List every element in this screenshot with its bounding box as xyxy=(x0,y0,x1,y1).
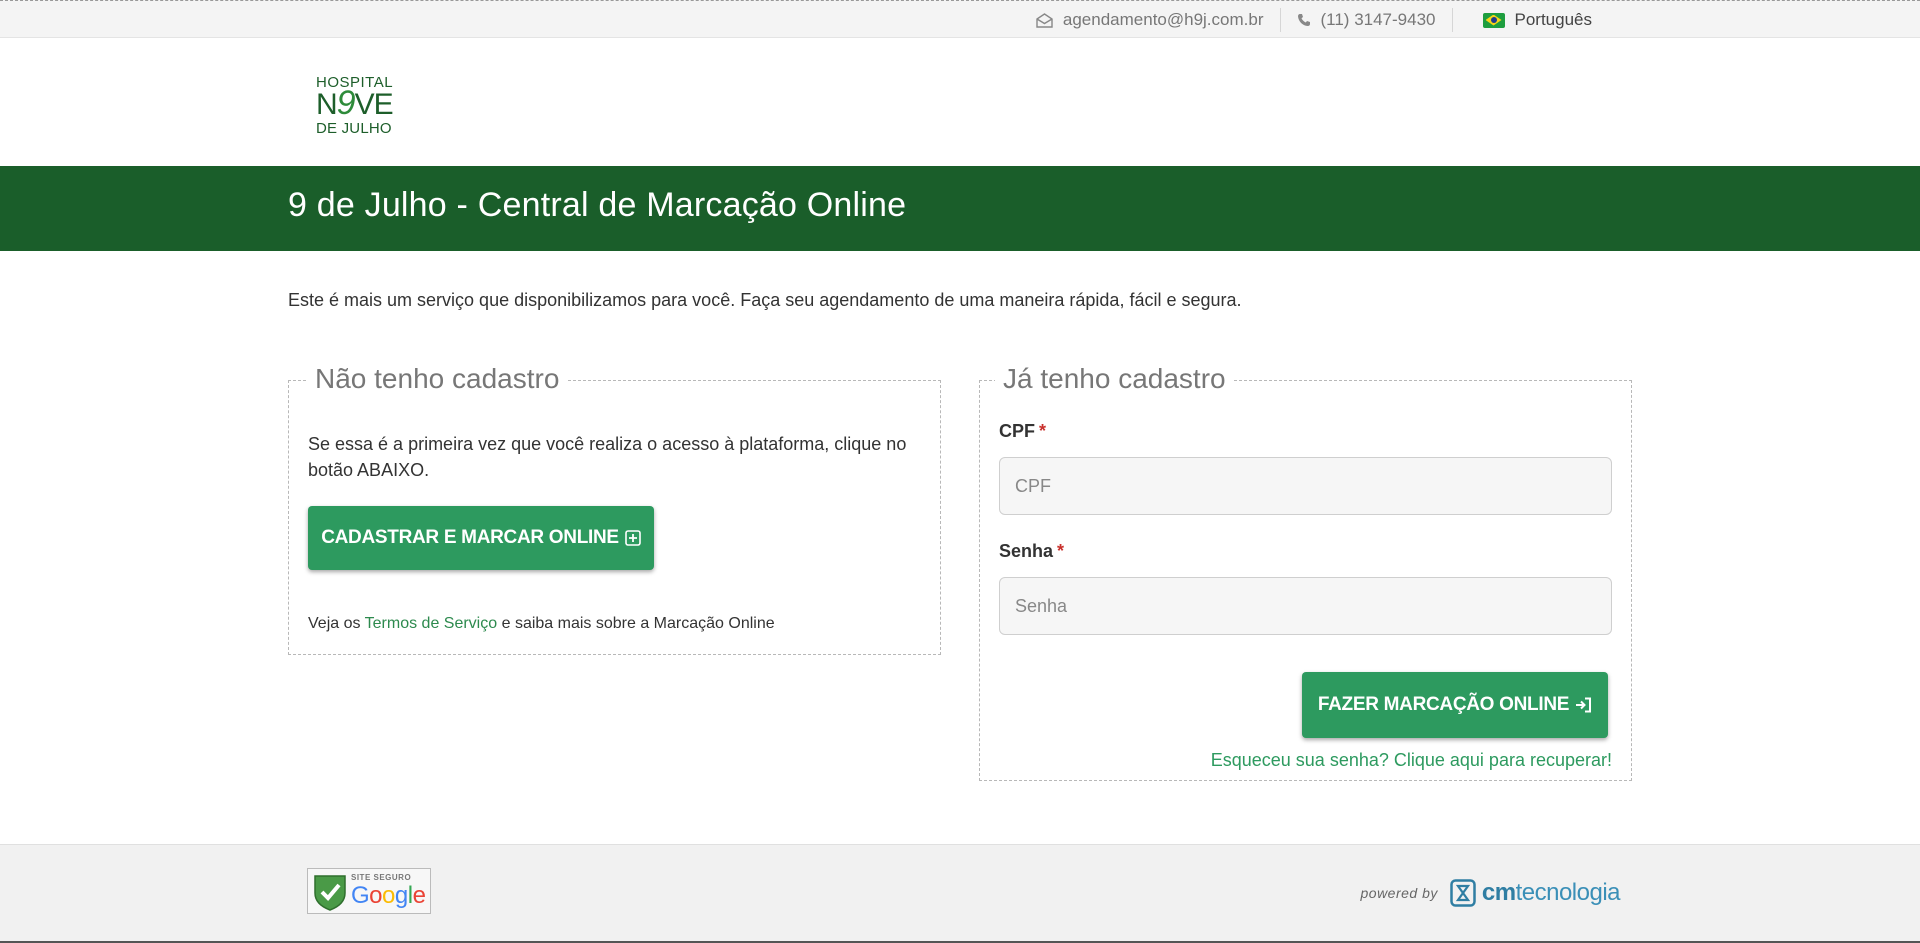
seal-caption: SITE SEGURO xyxy=(351,873,412,882)
shield-check-icon xyxy=(312,873,348,911)
language-selector[interactable]: Português xyxy=(1451,8,1609,32)
page-title: 9 de Julho - Central de Marcação Online xyxy=(288,186,907,224)
cmtecnologia-logo: cmtecnologia xyxy=(1450,879,1621,907)
google-safe-site-seal[interactable]: SITE SEGURO Google xyxy=(307,868,431,914)
register-description: Se essa é a primeira vez que você realiz… xyxy=(308,434,907,480)
top-bar-contacts: agendamento@h9j.com.br (11) 3147-9430 Po… xyxy=(1020,1,1608,39)
cpf-input[interactable] xyxy=(999,457,1612,515)
brazil-flag-icon xyxy=(1482,12,1505,28)
phone-icon xyxy=(1297,13,1311,27)
hospital-logo[interactable]: HOSPITAL N9VE DE JULHO xyxy=(316,74,406,140)
title-band: 9 de Julho - Central de Marcação Online xyxy=(0,166,1920,251)
terms-link[interactable]: Termos de Serviço xyxy=(365,615,498,632)
logo-line-2: N9VE xyxy=(316,84,394,122)
password-input[interactable] xyxy=(999,577,1612,635)
powered-by-text: powered by xyxy=(1360,885,1438,901)
register-panel: Não tenho cadastro Se essa é a primeira … xyxy=(288,362,941,655)
email-text: agendamento@h9j.com.br xyxy=(1062,10,1264,29)
plus-square-icon xyxy=(624,530,641,546)
envelope-icon xyxy=(1036,12,1053,28)
hourglass-icon xyxy=(1450,879,1476,907)
language-label: Português xyxy=(1514,10,1593,29)
sign-in-icon xyxy=(1575,697,1592,713)
phone-text: (11) 3147-9430 xyxy=(1320,10,1436,29)
forgot-password-link[interactable]: Esqueceu sua senha? Clique aqui para rec… xyxy=(1211,750,1612,771)
top-bar: agendamento@h9j.com.br (11) 3147-9430 Po… xyxy=(0,0,1920,38)
login-panel: Já tenho cadastro CPF* Senha* FAZER MARC… xyxy=(979,362,1632,781)
login-button[interactable]: FAZER MARCAÇÃO ONLINE xyxy=(1302,672,1608,738)
cpf-label: CPF * xyxy=(999,421,1047,441)
password-label: Senha * xyxy=(999,541,1065,561)
register-panel-legend: Não tenho cadastro xyxy=(307,362,568,396)
register-button-label: CADASTRAR E MARCAR ONLINE xyxy=(321,527,619,548)
email-contact[interactable]: agendamento@h9j.com.br xyxy=(1020,8,1280,32)
required-mark: * xyxy=(1057,541,1065,561)
login-panel-legend: Já tenho cadastro xyxy=(995,362,1234,396)
logo-line-3: DE JULHO xyxy=(316,120,392,137)
required-mark: * xyxy=(1039,421,1047,441)
footer: SITE SEGURO Google powered by cmtecnolog… xyxy=(0,844,1920,943)
intro-text: Este é mais um serviço que disponibiliza… xyxy=(288,290,1242,310)
login-button-label: FAZER MARCAÇÃO ONLINE xyxy=(1317,694,1570,715)
register-button[interactable]: CADASTRAR E MARCAR ONLINE xyxy=(308,506,654,570)
terms-text: Veja os Termos de Serviço e saiba mais s… xyxy=(308,615,775,632)
phone-contact[interactable]: (11) 3147-9430 xyxy=(1279,8,1452,32)
powered-by[interactable]: powered by cmtecnologia xyxy=(1361,879,1621,907)
seal-google-wordmark: Google xyxy=(351,882,426,909)
